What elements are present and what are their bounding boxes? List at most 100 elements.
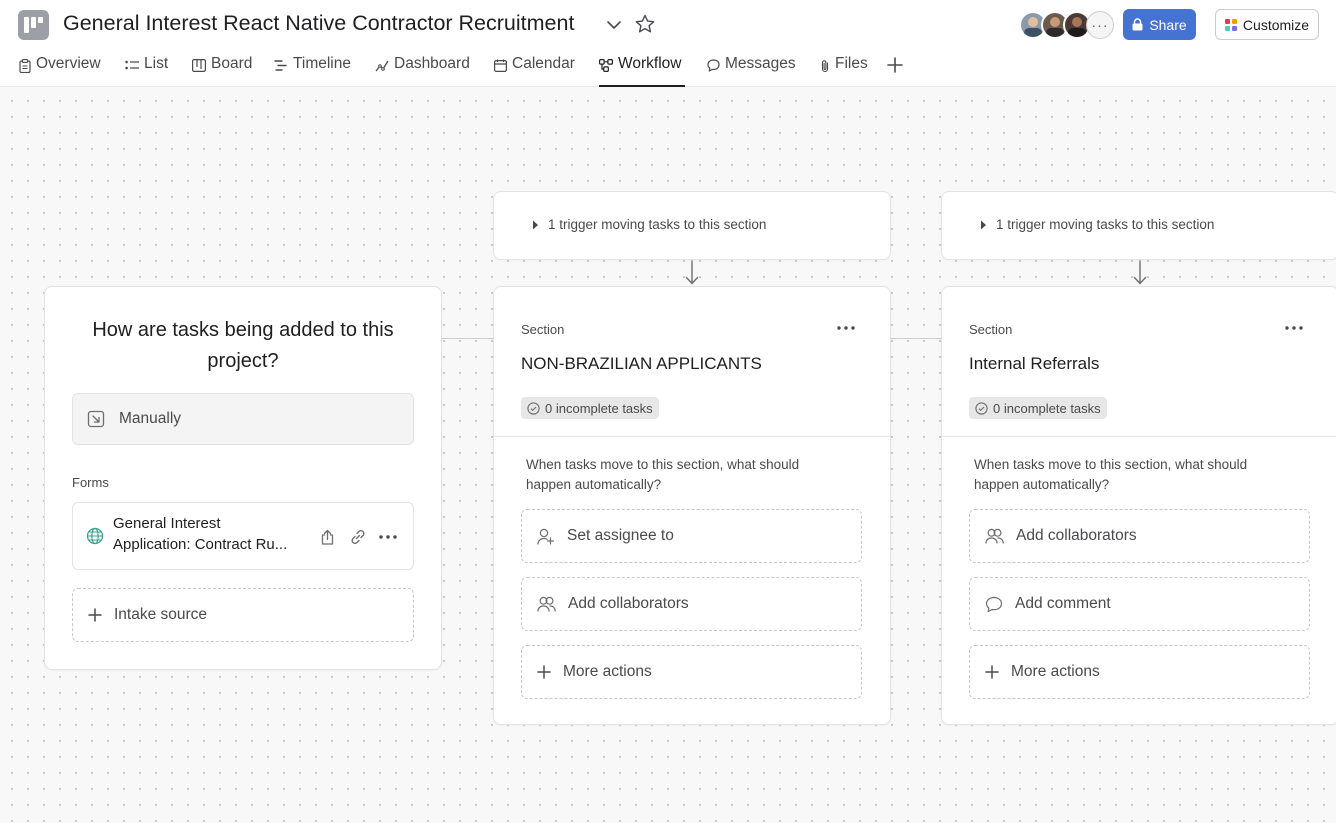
trigger-toggle[interactable]: 1 trigger moving tasks to this section xyxy=(532,217,766,232)
add-comment-button[interactable]: Add comment xyxy=(969,577,1310,631)
board-icon xyxy=(192,59,206,72)
tab-dashboard[interactable]: Dashboard xyxy=(375,52,470,87)
action-label: More actions xyxy=(1011,663,1100,680)
tab-label: Workflow xyxy=(618,55,682,72)
tab-label: Overview xyxy=(36,55,101,72)
project-board-icon[interactable] xyxy=(18,10,49,40)
chevron-down-icon[interactable] xyxy=(604,15,624,35)
project-title[interactable]: General Interest React Native Contractor… xyxy=(63,11,574,36)
tab-label: Files xyxy=(835,55,868,72)
comment-icon xyxy=(985,596,1003,612)
section-name[interactable]: Internal Referrals xyxy=(969,354,1099,374)
more-actions-button[interactable]: More actions xyxy=(969,645,1310,699)
workflow-canvas: How are tasks being added to this projec… xyxy=(0,87,1336,823)
collaborators-icon xyxy=(985,528,1004,544)
form-item[interactable]: General Interest Application: Contract R… xyxy=(72,502,414,570)
customize-button[interactable]: Customize xyxy=(1215,9,1319,40)
plus-icon xyxy=(537,665,551,679)
section-card: Section Internal Referrals 0 incomplete … xyxy=(941,286,1336,725)
plus-icon xyxy=(985,665,999,679)
star-icon[interactable] xyxy=(634,13,656,35)
caret-right-icon xyxy=(533,220,538,229)
tab-files[interactable]: Files xyxy=(820,52,868,87)
tab-board[interactable]: Board xyxy=(192,52,252,87)
more-members-button[interactable]: ··· xyxy=(1086,11,1114,39)
trigger-toggle[interactable]: 1 trigger moving tasks to this section xyxy=(980,217,1214,232)
intake-card: How are tasks being added to this projec… xyxy=(44,286,442,670)
check-circle-icon xyxy=(527,401,540,415)
add-collaborators-button[interactable]: Add collaborators xyxy=(521,577,862,631)
calendar-icon xyxy=(494,59,507,72)
tab-messages[interactable]: Messages xyxy=(707,52,796,87)
copy-link-button[interactable] xyxy=(347,526,369,548)
link-icon xyxy=(351,529,365,545)
workflow-icon xyxy=(599,59,613,72)
badge-text: 0 incomplete tasks xyxy=(993,400,1101,416)
action-label: Add collaborators xyxy=(568,595,689,612)
trigger-card[interactable]: 1 trigger moving tasks to this section xyxy=(493,191,891,260)
set-assignee-button[interactable]: Set assignee to xyxy=(521,509,862,563)
share-form-button[interactable] xyxy=(316,526,338,548)
section-label: Section xyxy=(521,322,565,337)
tab-label: Timeline xyxy=(293,55,351,72)
section-name[interactable]: NON-BRAZILIAN APPLICANTS xyxy=(521,354,762,374)
share-label: Share xyxy=(1149,16,1187,33)
section-card: Section NON-BRAZILIAN APPLICANTS 0 incom… xyxy=(493,286,891,725)
connector-line xyxy=(442,338,494,339)
more-horizontal-icon xyxy=(1285,326,1303,330)
more-horizontal-icon xyxy=(837,326,855,330)
check-circle-icon xyxy=(975,401,988,415)
automation-question: When tasks move to this section, what sh… xyxy=(526,457,800,492)
project-header: General Interest React Native Contractor… xyxy=(0,0,1336,87)
divider xyxy=(494,436,890,437)
tab-list[interactable]: List xyxy=(125,52,168,87)
connector-line xyxy=(890,338,942,339)
tab-timeline[interactable]: Timeline xyxy=(274,52,351,87)
share-button[interactable]: Share xyxy=(1123,9,1196,40)
add-collaborators-button[interactable]: Add collaborators xyxy=(969,509,1310,563)
automation-question: When tasks move to this section, what sh… xyxy=(974,457,1248,492)
share-icon xyxy=(321,529,333,545)
form-name-line: General Interest xyxy=(113,515,221,532)
timeline-icon xyxy=(274,60,287,71)
action-label: Set assignee to xyxy=(567,527,674,544)
action-label: More actions xyxy=(563,663,652,680)
incomplete-tasks-badge: 0 incomplete tasks xyxy=(969,397,1107,419)
paperclip-icon xyxy=(821,60,829,73)
tab-overview[interactable]: Overview xyxy=(19,52,101,87)
add-intake-source-button[interactable]: Intake source xyxy=(72,588,414,642)
tab-label: List xyxy=(144,55,169,72)
tab-label: Messages xyxy=(725,55,796,72)
forms-heading: Forms xyxy=(72,475,109,490)
project-tabs: Overview List Board Timeline Dashboard C… xyxy=(0,52,1336,87)
trigger-card[interactable]: 1 trigger moving tasks to this section xyxy=(941,191,1336,260)
tab-label: Dashboard xyxy=(394,55,470,72)
action-label: Add comment xyxy=(1015,595,1111,612)
tab-calendar[interactable]: Calendar xyxy=(494,52,575,87)
more-actions-button[interactable]: More actions xyxy=(521,645,862,699)
manual-entry-icon xyxy=(87,410,105,428)
manual-intake-option[interactable]: Manually xyxy=(72,393,414,445)
form-name[interactable]: General Interest Application: Contract R… xyxy=(113,513,308,555)
add-person-icon xyxy=(537,528,555,545)
section-more-button[interactable] xyxy=(834,321,858,335)
add-tab-icon[interactable] xyxy=(885,55,905,75)
form-more-button[interactable] xyxy=(377,526,399,548)
customize-grid-icon xyxy=(1224,18,1237,31)
trigger-text: 1 trigger moving tasks to this section xyxy=(996,217,1215,232)
divider xyxy=(942,436,1336,437)
tab-label: Board xyxy=(211,55,253,72)
section-more-button[interactable] xyxy=(1282,321,1306,335)
list-icon xyxy=(125,60,139,70)
arrow-down-icon xyxy=(1133,260,1147,285)
arrow-down-icon xyxy=(685,260,699,285)
message-icon xyxy=(707,59,720,72)
form-name-line: Application: Contract Ru... xyxy=(113,536,288,553)
caret-right-icon xyxy=(981,220,986,229)
intake-source-label: Intake source xyxy=(114,606,208,623)
tab-workflow[interactable]: Workflow xyxy=(599,52,685,87)
manual-label: Manually xyxy=(119,410,182,427)
customize-label: Customize xyxy=(1242,16,1310,33)
tab-label: Calendar xyxy=(512,55,575,72)
project-members[interactable]: ··· xyxy=(1019,11,1114,39)
